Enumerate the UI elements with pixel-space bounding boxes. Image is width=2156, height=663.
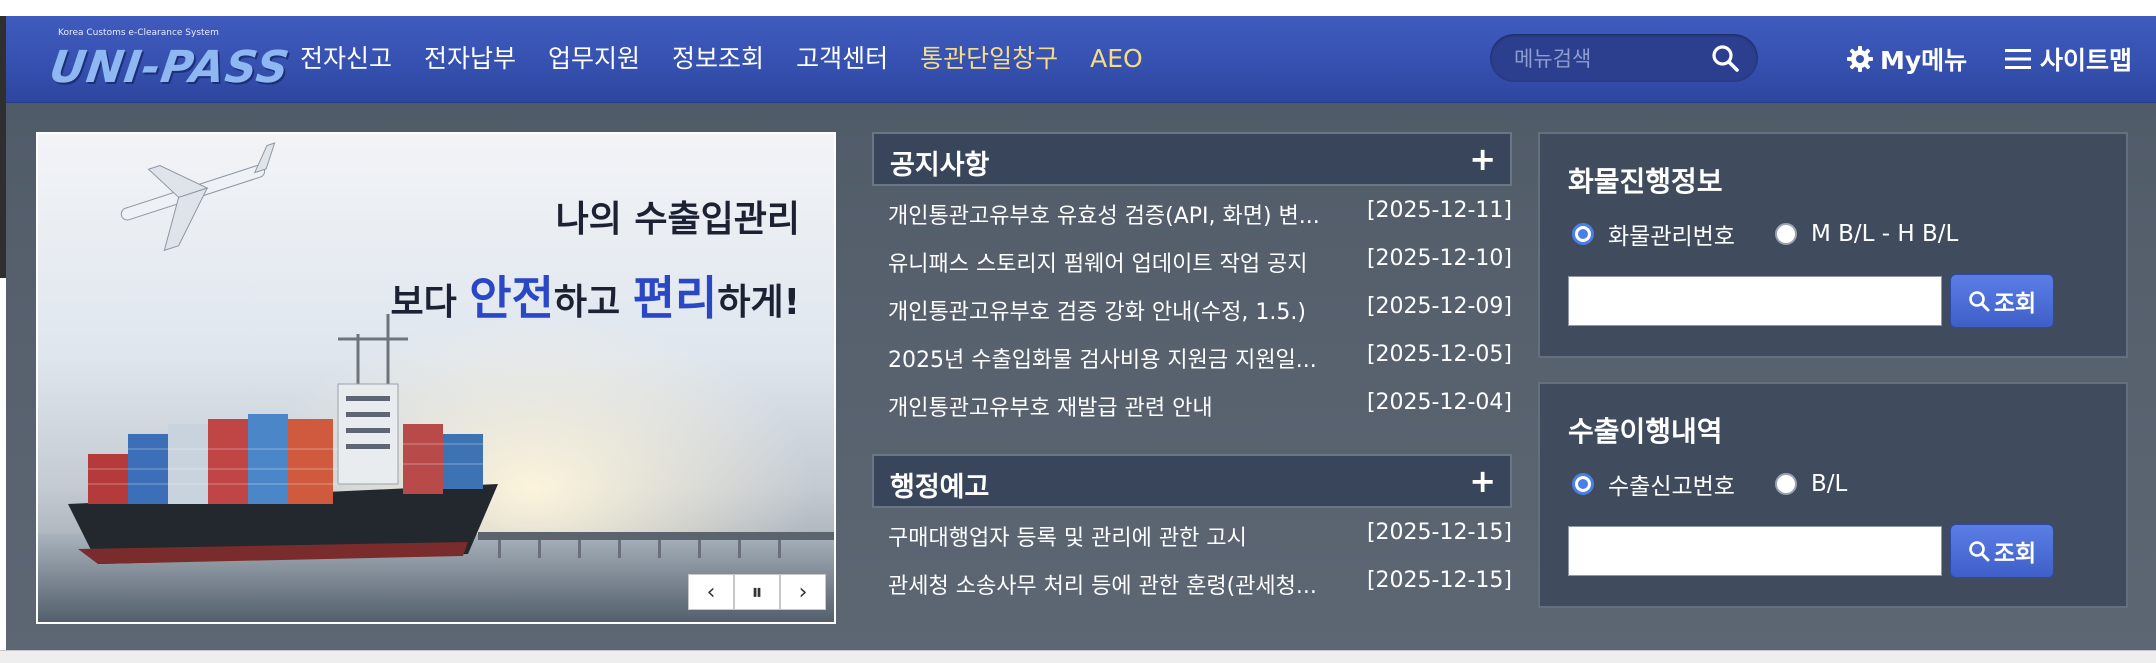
notice-item-date: [2025-12-10] bbox=[1366, 246, 1512, 271]
cargo-query-label: 조회 bbox=[1993, 291, 2037, 317]
export-radio-bl[interactable] bbox=[1774, 473, 1797, 495]
slider-controls: ‹ ⏸ › bbox=[688, 574, 830, 610]
main-nav: 전자신고 전자납부 업무지원 정보조회 고객센터 통관단일창구 AEO bbox=[300, 36, 1143, 82]
notice-item-title: 개인통관고유부호 검증 강화 안내(수정, 1.5.) bbox=[888, 300, 1306, 325]
cargo-radio-bl-label[interactable]: M B/L - H B/L bbox=[1811, 221, 1958, 247]
nav-customer-center[interactable]: 고객센터 bbox=[796, 36, 888, 82]
logo-text: UNI-PASS bbox=[46, 42, 293, 93]
admin-notice-panel: 행정예고 + 구매대행업자 등록 및 관리에 관한 고시 [2025-12-15… bbox=[872, 454, 1512, 604]
admin-notice-item-date: [2025-12-15] bbox=[1366, 520, 1512, 545]
page-main: Korea Customs e-Clearance System UNI-PAS… bbox=[6, 16, 2156, 650]
sitemap-button[interactable]: 사이트맵 bbox=[2004, 38, 2132, 80]
nav-single-window[interactable]: 통관단일창구 bbox=[920, 36, 1058, 82]
search-icon[interactable] bbox=[1710, 43, 1740, 73]
menu-search bbox=[1490, 34, 1758, 84]
nav-e-payment[interactable]: 전자납부 bbox=[424, 36, 516, 82]
sitemap-label: 사이트맵 bbox=[2040, 46, 2133, 75]
notice-row[interactable]: 개인통관고유부호 재발급 관련 안내 [2025-12-04] bbox=[872, 378, 1512, 426]
notice-more-plus-icon[interactable]: + bbox=[1469, 142, 1496, 176]
notice-item-date: [2025-12-05] bbox=[1366, 342, 1512, 367]
cargo-radio-mgmt-no[interactable] bbox=[1572, 223, 1594, 245]
export-radio-bl-label[interactable]: B/L bbox=[1811, 471, 1847, 497]
menu-search-input[interactable] bbox=[1512, 34, 1706, 84]
admin-notice-item-title: 구매대행업자 등록 및 관리에 관한 고시 bbox=[888, 526, 1247, 551]
chevron-left-icon: ‹ bbox=[706, 579, 716, 605]
bottom-strip bbox=[0, 650, 2156, 663]
mymenu-label: My메뉴 bbox=[1880, 46, 1968, 75]
admin-notice-row[interactable]: 구매대행업자 등록 및 관리에 관한 고시 [2025-12-15] bbox=[872, 508, 1512, 556]
admin-notice-item-title: 관세청 소송사무 처리 등에 관한 훈령(관세청... bbox=[888, 574, 1317, 599]
search-icon bbox=[1969, 291, 1990, 312]
nav-info-lookup[interactable]: 정보조회 bbox=[672, 36, 764, 82]
banner-text-c: 하게! bbox=[717, 282, 800, 323]
notice-row[interactable]: 2025년 수출입화물 검사비용 지원금 지원일... [2025-12-05] bbox=[872, 330, 1512, 378]
notice-title: 공지사항 bbox=[890, 150, 990, 181]
export-radio-group: 수출신고번호 B/L bbox=[1572, 468, 1887, 500]
nav-business-support[interactable]: 업무지원 bbox=[548, 36, 640, 82]
cargo-query-button[interactable]: 조회 bbox=[1950, 274, 2054, 328]
slider-prev-button[interactable]: ‹ bbox=[688, 574, 734, 610]
top-header: Korea Customs e-Clearance System UNI-PAS… bbox=[6, 16, 2156, 103]
admin-notice-item-date: [2025-12-15] bbox=[1366, 568, 1512, 593]
export-number-input[interactable] bbox=[1568, 526, 1942, 576]
slider-pause-button[interactable]: ⏸ bbox=[734, 574, 780, 610]
export-radio-declaration-no-label[interactable]: 수출신고번호 bbox=[1608, 467, 1735, 501]
notice-header: 공지사항 + bbox=[872, 132, 1512, 186]
cargo-radio-bl[interactable] bbox=[1774, 223, 1797, 245]
notice-item-date: [2025-12-04] bbox=[1366, 390, 1512, 415]
banner-headline: 나의 수출입관리 bbox=[555, 199, 800, 240]
notice-row[interactable]: 개인통관고유부호 검증 강화 안내(수정, 1.5.) [2025-12-09] bbox=[872, 282, 1512, 330]
browser-top-strip bbox=[0, 0, 2156, 17]
banner-em-safe: 안전 bbox=[469, 271, 554, 325]
notice-row[interactable]: 개인통관고유부호 유효성 검증(API, 화면) 변... [2025-12-1… bbox=[872, 186, 1512, 234]
notice-item-title: 개인통관고유부호 유효성 검증(API, 화면) 변... bbox=[888, 204, 1320, 229]
cargo-tracking-title: 화물진행정보 bbox=[1568, 165, 1723, 198]
search-icon bbox=[1969, 541, 1990, 562]
nav-e-filing[interactable]: 전자신고 bbox=[300, 36, 392, 82]
admin-notice-header: 행정예고 + bbox=[872, 454, 1512, 508]
export-history-box: 수출이행내역 수출신고번호 B/L 조회 bbox=[1538, 382, 2128, 608]
banner-text-b: 하고 bbox=[553, 282, 633, 323]
mymenu-button[interactable]: My메뉴 bbox=[1846, 38, 1967, 80]
logo-subtitle: Korea Customs e-Clearance System bbox=[58, 28, 219, 38]
pause-icon: ⏸ bbox=[751, 579, 763, 605]
chevron-right-icon: › bbox=[798, 579, 808, 605]
export-radio-declaration-no[interactable] bbox=[1572, 473, 1594, 495]
notice-row[interactable]: 유니패스 스토리지 펌웨어 업데이트 작업 공지 [2025-12-10] bbox=[872, 234, 1512, 282]
export-query-button[interactable]: 조회 bbox=[1950, 524, 2054, 578]
notice-item-title: 개인통관고유부호 재발급 관련 안내 bbox=[888, 396, 1213, 421]
banner-text-a: 보다 bbox=[390, 282, 470, 323]
unipass-logo[interactable]: Korea Customs e-Clearance System UNI-PAS… bbox=[38, 28, 292, 96]
slider-next-button[interactable]: › bbox=[780, 574, 826, 610]
cargo-radio-mgmt-no-label[interactable]: 화물관리번호 bbox=[1608, 217, 1735, 251]
admin-notice-title: 행정예고 bbox=[890, 472, 990, 503]
notice-item-date: [2025-12-11] bbox=[1366, 198, 1512, 223]
notice-item-title: 유니패스 스토리지 펌웨어 업데이트 작업 공지 bbox=[888, 252, 1308, 277]
gear-icon bbox=[1847, 46, 1873, 72]
cargo-tracking-box: 화물진행정보 화물관리번호 M B/L - H B/L 조회 bbox=[1538, 132, 2128, 358]
banner-subline: 보다 안전하고 편리하게! bbox=[390, 262, 800, 328]
admin-notice-more-plus-icon[interactable]: + bbox=[1469, 464, 1496, 498]
admin-notice-row[interactable]: 관세청 소송사무 처리 등에 관한 훈령(관세청... [2025-12-15] bbox=[872, 556, 1512, 604]
cargo-number-input[interactable] bbox=[1568, 276, 1942, 326]
notice-item-title: 2025년 수출입화물 검사비용 지원금 지원일... bbox=[888, 348, 1317, 373]
notice-panel: 공지사항 + 개인통관고유부호 유효성 검증(API, 화면) 변... [20… bbox=[872, 132, 1512, 426]
promo-banner[interactable]: 나의 수출입관리 보다 안전하고 편리하게! ‹ ⏸ › bbox=[36, 132, 836, 624]
banner-em-convenient: 편리 bbox=[632, 271, 718, 325]
cargo-radio-group: 화물관리번호 M B/L - H B/L bbox=[1572, 218, 1998, 250]
nav-aeo[interactable]: AEO bbox=[1090, 36, 1143, 82]
export-history-title: 수출이행내역 bbox=[1568, 415, 1723, 448]
notice-item-date: [2025-12-09] bbox=[1366, 294, 1512, 319]
hamburger-icon bbox=[2005, 49, 2031, 69]
export-query-label: 조회 bbox=[1993, 541, 2037, 567]
